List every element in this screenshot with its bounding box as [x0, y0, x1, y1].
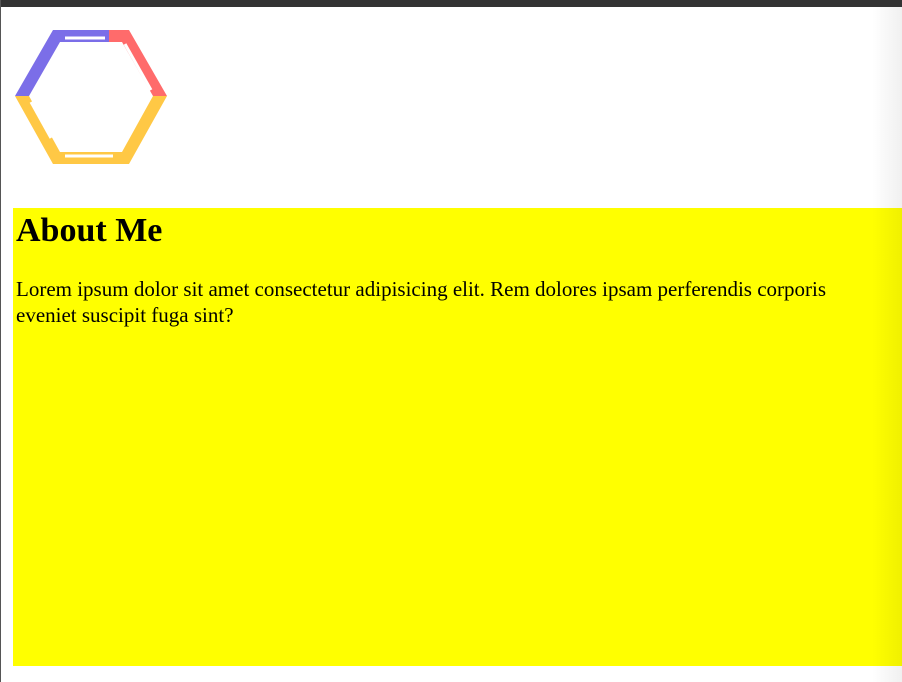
page: About Me Lorem ipsum dolor sit amet cons…: [0, 0, 902, 682]
about-heading: About Me: [16, 212, 163, 249]
logo-segment-red: [109, 30, 167, 96]
hexagon-logo-icon: [15, 30, 167, 164]
logo-segment-purple: [15, 30, 109, 96]
about-section: About Me Lorem ipsum dolor sit amet cons…: [13, 208, 902, 666]
logo-segment-yellow: [15, 96, 167, 164]
about-text: Lorem ipsum dolor sit amet consectetur a…: [16, 277, 827, 327]
top-bar: [1, 0, 902, 7]
